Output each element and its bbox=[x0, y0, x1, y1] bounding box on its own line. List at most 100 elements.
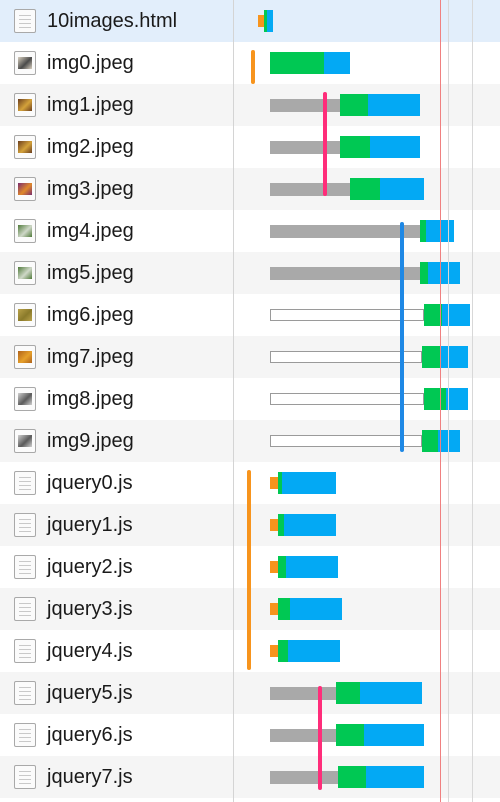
request-name-cell[interactable]: img0.jpeg bbox=[0, 42, 232, 84]
request-row[interactable]: img0.jpeg bbox=[0, 42, 500, 84]
request-name[interactable]: jquery6.js bbox=[47, 723, 133, 747]
request-name[interactable]: img6.jpeg bbox=[47, 303, 134, 327]
request-name[interactable]: img5.jpeg bbox=[47, 261, 134, 285]
image-thumbnail bbox=[18, 141, 32, 153]
request-row[interactable]: img1.jpeg bbox=[0, 84, 500, 126]
column-divider[interactable] bbox=[233, 0, 234, 802]
icon-line bbox=[19, 23, 31, 24]
request-name[interactable]: jquery7.js bbox=[47, 765, 133, 789]
request-name[interactable]: jquery2.js bbox=[47, 555, 133, 579]
dns-segment bbox=[270, 645, 278, 657]
request-row[interactable]: jquery6.js bbox=[0, 714, 500, 756]
connect-segment bbox=[278, 598, 290, 620]
request-name[interactable]: img2.jpeg bbox=[47, 135, 134, 159]
request-name-cell[interactable]: jquery7.js bbox=[0, 756, 232, 798]
request-name-cell[interactable]: img4.jpeg bbox=[0, 210, 232, 252]
image-thumbnail bbox=[18, 393, 32, 405]
queued-segment bbox=[270, 183, 350, 196]
request-name-cell[interactable]: img5.jpeg bbox=[0, 252, 232, 294]
image-icon bbox=[14, 345, 36, 369]
icon-line bbox=[19, 729, 31, 730]
icon-line bbox=[19, 615, 31, 616]
image-thumbnail bbox=[18, 351, 32, 363]
request-row[interactable]: 10images.html bbox=[0, 0, 500, 42]
document-icon bbox=[14, 639, 36, 663]
request-name[interactable]: jquery5.js bbox=[47, 681, 133, 705]
request-name-cell[interactable]: jquery6.js bbox=[0, 714, 232, 756]
connect-segment bbox=[336, 682, 360, 704]
request-name-cell[interactable]: jquery1.js bbox=[0, 504, 232, 546]
icon-line bbox=[19, 527, 31, 528]
request-name-cell[interactable]: img9.jpeg bbox=[0, 420, 232, 462]
request-row[interactable]: jquery7.js bbox=[0, 756, 500, 798]
queued-segment bbox=[270, 687, 336, 700]
request-name[interactable]: img9.jpeg bbox=[47, 429, 134, 453]
request-name[interactable]: jquery4.js bbox=[47, 639, 133, 663]
icon-line bbox=[19, 603, 31, 604]
download-segment bbox=[286, 556, 338, 578]
document-icon bbox=[14, 513, 36, 537]
request-name-cell[interactable]: img2.jpeg bbox=[0, 126, 232, 168]
request-name[interactable]: 10images.html bbox=[47, 9, 177, 33]
image-icon bbox=[14, 387, 36, 411]
document-icon bbox=[14, 597, 36, 621]
connect-segment bbox=[336, 724, 364, 746]
queued-segment bbox=[270, 141, 340, 154]
request-row[interactable]: img2.jpeg bbox=[0, 126, 500, 168]
icon-line bbox=[19, 733, 31, 734]
icon-line bbox=[19, 573, 31, 574]
document-icon bbox=[14, 555, 36, 579]
image-icon bbox=[14, 429, 36, 453]
request-name[interactable]: jquery3.js bbox=[47, 597, 133, 621]
icon-line bbox=[19, 485, 31, 486]
request-name-cell[interactable]: jquery0.js bbox=[0, 462, 232, 504]
request-name-cell[interactable]: 10images.html bbox=[0, 0, 232, 42]
icon-line bbox=[19, 611, 31, 612]
connect-segment bbox=[340, 94, 368, 116]
document-icon bbox=[14, 723, 36, 747]
icon-line bbox=[19, 657, 31, 658]
request-name-cell[interactable]: img6.jpeg bbox=[0, 294, 232, 336]
request-name[interactable]: img0.jpeg bbox=[47, 51, 134, 75]
request-name[interactable]: img7.jpeg bbox=[47, 345, 134, 369]
request-name[interactable]: jquery0.js bbox=[47, 471, 133, 495]
request-name-cell[interactable]: jquery2.js bbox=[0, 546, 232, 588]
image-icon bbox=[14, 177, 36, 201]
icon-line bbox=[19, 771, 31, 772]
download-segment bbox=[360, 682, 422, 704]
queued-segment bbox=[270, 771, 338, 784]
dns-segment bbox=[270, 561, 278, 573]
request-name-cell[interactable]: img1.jpeg bbox=[0, 84, 232, 126]
icon-line bbox=[19, 477, 31, 478]
queued-segment bbox=[270, 225, 420, 238]
request-name-cell[interactable]: jquery5.js bbox=[0, 672, 232, 714]
request-name-cell[interactable]: jquery3.js bbox=[0, 588, 232, 630]
request-row[interactable]: img3.jpeg bbox=[0, 168, 500, 210]
dns-segment bbox=[270, 603, 278, 615]
icon-line bbox=[19, 519, 31, 520]
request-name[interactable]: img8.jpeg bbox=[47, 387, 134, 411]
request-name-cell[interactable]: img7.jpeg bbox=[0, 336, 232, 378]
image-icon bbox=[14, 303, 36, 327]
request-name[interactable]: img3.jpeg bbox=[47, 177, 134, 201]
request-name[interactable]: img1.jpeg bbox=[47, 93, 134, 117]
queued-segment bbox=[270, 729, 336, 742]
connect-segment bbox=[278, 556, 286, 578]
icon-line bbox=[19, 741, 31, 742]
dom-interactive-marker bbox=[247, 470, 251, 670]
request-name-cell[interactable]: img8.jpeg bbox=[0, 378, 232, 420]
network-waterfall-panel: 10images.html img0.jpeg img1.jpeg img2.jpeg… bbox=[0, 0, 500, 802]
download-segment bbox=[288, 640, 340, 662]
request-name[interactable]: img4.jpeg bbox=[47, 219, 134, 243]
request-name-cell[interactable]: img3.jpeg bbox=[0, 168, 232, 210]
download-segment bbox=[364, 724, 424, 746]
icon-line bbox=[19, 561, 31, 562]
connect-segment bbox=[424, 388, 446, 410]
download-segment bbox=[380, 178, 424, 200]
icon-line bbox=[19, 19, 31, 20]
request-row[interactable]: jquery5.js bbox=[0, 672, 500, 714]
request-name-cell[interactable]: jquery4.js bbox=[0, 630, 232, 672]
request-name[interactable]: jquery1.js bbox=[47, 513, 133, 537]
connect-segment bbox=[338, 766, 366, 788]
icon-line bbox=[19, 565, 31, 566]
